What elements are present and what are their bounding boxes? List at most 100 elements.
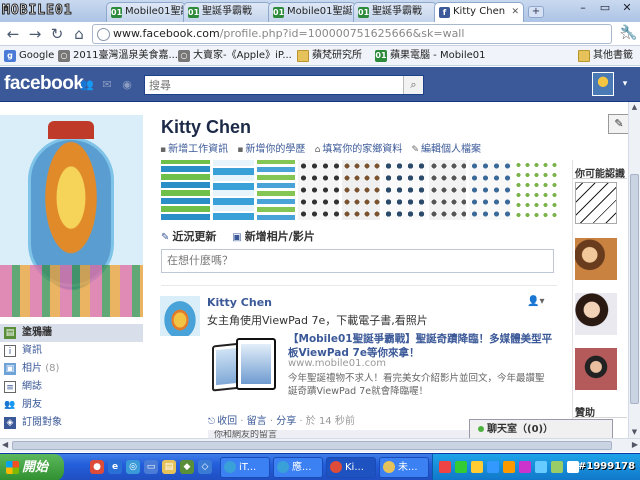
status-input[interactable]: 在想什麼嗎？	[161, 249, 554, 273]
app-icon[interactable]: ◇	[198, 460, 212, 474]
photo-thumb[interactable]	[428, 160, 467, 220]
tray-icon[interactable]	[519, 461, 531, 473]
story-author-avatar[interactable]	[160, 296, 200, 336]
sidebar-item-info[interactable]: i 資訊	[0, 342, 143, 360]
forward-icon[interactable]: →	[26, 25, 44, 43]
new-tab-button[interactable]: +	[528, 6, 544, 18]
photo-thumb[interactable]	[161, 160, 210, 220]
home-icon[interactable]: ⌂	[70, 25, 88, 43]
horizontal-scrollbar[interactable]: ◀ ▶	[0, 438, 640, 452]
app-icon[interactable]: ◆	[180, 460, 194, 474]
unshare-link[interactable]: 收回	[217, 416, 237, 427]
taskbar-item-3[interactable]: Ki...	[326, 457, 376, 478]
sidebar-item-subscriptions[interactable]: ◈ 訂閱對象	[0, 414, 143, 432]
bookmark-google[interactable]: g Google	[4, 46, 54, 66]
tab-status-update[interactable]: ✎ 近況更新	[161, 230, 216, 243]
maximize-icon[interactable]: ▭	[594, 0, 616, 16]
profile-picture[interactable]	[0, 115, 143, 317]
messages-icon[interactable]: ✉	[100, 78, 114, 92]
edit-profile-link[interactable]: ✎ 編輯個人檔案	[412, 144, 482, 155]
desktop-icon[interactable]: ▭	[144, 460, 158, 474]
sidebar-item-wall[interactable]: ▤ 塗鴉牆	[0, 324, 143, 342]
start-button[interactable]: 開始	[0, 454, 64, 480]
photo-thumb[interactable]	[513, 160, 557, 220]
chrome-icon[interactable]: ●	[90, 460, 104, 474]
vertical-scrollbar[interactable]: ▲ ▼	[628, 102, 640, 438]
photo-thumb[interactable]	[257, 160, 295, 220]
bookmark-hotspring[interactable]: ○ 2011臺灣溫泉美食嘉...	[58, 46, 178, 66]
scroll-down-icon[interactable]: ▼	[629, 427, 640, 438]
tray-icon[interactable]	[471, 461, 483, 473]
scroll-up-icon[interactable]: ▲	[629, 102, 640, 113]
reload-icon[interactable]: ↻	[48, 25, 66, 43]
bookmark-apple-seller[interactable]: ○ 大賣家-《Apple》iP...	[178, 46, 292, 66]
suggested-person-avatar[interactable]	[575, 182, 617, 224]
share-link[interactable]: 分享	[276, 416, 296, 427]
profile-side-nav: ▤ 塗鴉牆 i 資訊 ▣ 相片 (8) ≡ 網誌 👥 朋友 ◈ 訂閱對象	[0, 324, 143, 432]
sidebar-item-photos[interactable]: ▣ 相片 (8)	[0, 360, 143, 378]
scroll-thumb[interactable]	[12, 441, 612, 450]
facebook-logo[interactable]: facebook	[4, 73, 84, 95]
wrench-menu-icon[interactable]: 🔧	[620, 25, 637, 41]
browser-tab-active[interactable]: f Kitty Chen ✕	[434, 2, 524, 22]
photo-thumb[interactable]	[469, 160, 511, 220]
notifications-icon[interactable]: ◉	[120, 78, 134, 92]
search-input[interactable]	[145, 76, 395, 94]
suggested-person-avatar[interactable]	[575, 238, 617, 280]
browser-tab-2[interactable]: 01 聖誕爭霸戰	[183, 2, 271, 22]
photo-thumb[interactable]	[297, 160, 340, 220]
sidebar-item-notes[interactable]: ≡ 網誌	[0, 378, 143, 396]
taskbar-item-4[interactable]: 未...	[379, 457, 429, 478]
attachment-thumbnail[interactable]	[208, 334, 284, 394]
story-privacy-menu-icon[interactable]: 👤▾	[527, 296, 544, 307]
add-hometown-link[interactable]: ⌂ 填寫你的家鄉資料	[315, 144, 403, 155]
suggested-person-avatar[interactable]	[575, 293, 617, 335]
bookmark-mobile01[interactable]: 01 蘋果電腦 - Mobile01	[375, 46, 486, 66]
photo-thumb[interactable]	[382, 160, 426, 220]
add-education-link[interactable]: ▪ 新增你的學歷	[237, 144, 305, 155]
taskbar-item-2[interactable]: 應...	[273, 457, 323, 478]
tray-icon[interactable]	[551, 461, 563, 473]
minimize-icon[interactable]: –	[572, 0, 594, 16]
tray-icon[interactable]	[439, 461, 451, 473]
comment-link[interactable]: 留言	[247, 416, 267, 427]
tray-icon[interactable]	[503, 461, 515, 473]
browser-tab-strip: MOBILE01 01 Mobile01聖誕 01 聖誕爭霸戰 01 Mobile01…	[0, 0, 640, 22]
friend-requests-icon[interactable]: 👥	[80, 78, 94, 92]
bookmark-folder[interactable]: 蘋梵研究所	[297, 46, 362, 66]
tray-icon[interactable]	[487, 461, 499, 473]
browser-tab-4[interactable]: 01 聖誕爭霸戰	[353, 2, 437, 22]
add-work-link[interactable]: ▪ 新增工作資訊	[160, 144, 228, 155]
browser-tab-1[interactable]: 01 Mobile01聖誕	[106, 2, 186, 22]
edit-pencil-icon[interactable]: ✎	[608, 114, 630, 134]
media-icon[interactable]: ◎	[126, 460, 140, 474]
chat-bar[interactable]: 聊天室（(0)）	[469, 419, 613, 439]
tray-icon[interactable]	[535, 461, 547, 473]
browser-tab-3[interactable]: 01 Mobile01聖誕	[268, 2, 356, 22]
suggested-person-avatar[interactable]	[575, 348, 617, 390]
photo-thumb[interactable]	[212, 160, 255, 220]
attachment-title-link[interactable]: 【Mobile01聖誕爭霸戰】聖誕奇蹟降臨！多媒體美型平板ViewPad 7e等…	[288, 332, 560, 360]
address-bar[interactable]: www.facebook.com/profile.php?id=10000075…	[92, 24, 633, 44]
sidebar-item-friends[interactable]: 👥 朋友	[0, 396, 143, 414]
scroll-right-icon[interactable]: ▶	[632, 440, 638, 449]
close-window-icon[interactable]: ✕	[616, 0, 638, 16]
tray-icon[interactable]	[455, 461, 467, 473]
story-author-name[interactable]: Kitty Chen	[207, 296, 272, 309]
scroll-thumb[interactable]	[630, 174, 639, 404]
page-info-icon[interactable]	[97, 28, 110, 41]
taskbar-item-1[interactable]: iT...	[220, 457, 270, 478]
story-timestamp: 於 14 秒前	[305, 416, 355, 427]
photo-thumb[interactable]	[342, 160, 380, 220]
tab-add-photo[interactable]: ▣ 新增相片/影片	[232, 230, 314, 243]
close-tab-icon[interactable]: ✕	[511, 3, 519, 21]
search-icon[interactable]: ⌕	[403, 76, 423, 94]
explorer-icon[interactable]: ▤	[162, 460, 176, 474]
scroll-left-icon[interactable]: ◀	[2, 440, 8, 449]
account-menu-icon[interactable]: ▾	[617, 76, 633, 92]
other-bookmarks[interactable]: 其他書籤	[578, 46, 633, 66]
header-avatar[interactable]	[592, 72, 614, 96]
ie-icon[interactable]: e	[108, 460, 122, 474]
facebook-search[interactable]: ⌕	[144, 75, 424, 95]
back-icon[interactable]: ←	[4, 25, 22, 43]
